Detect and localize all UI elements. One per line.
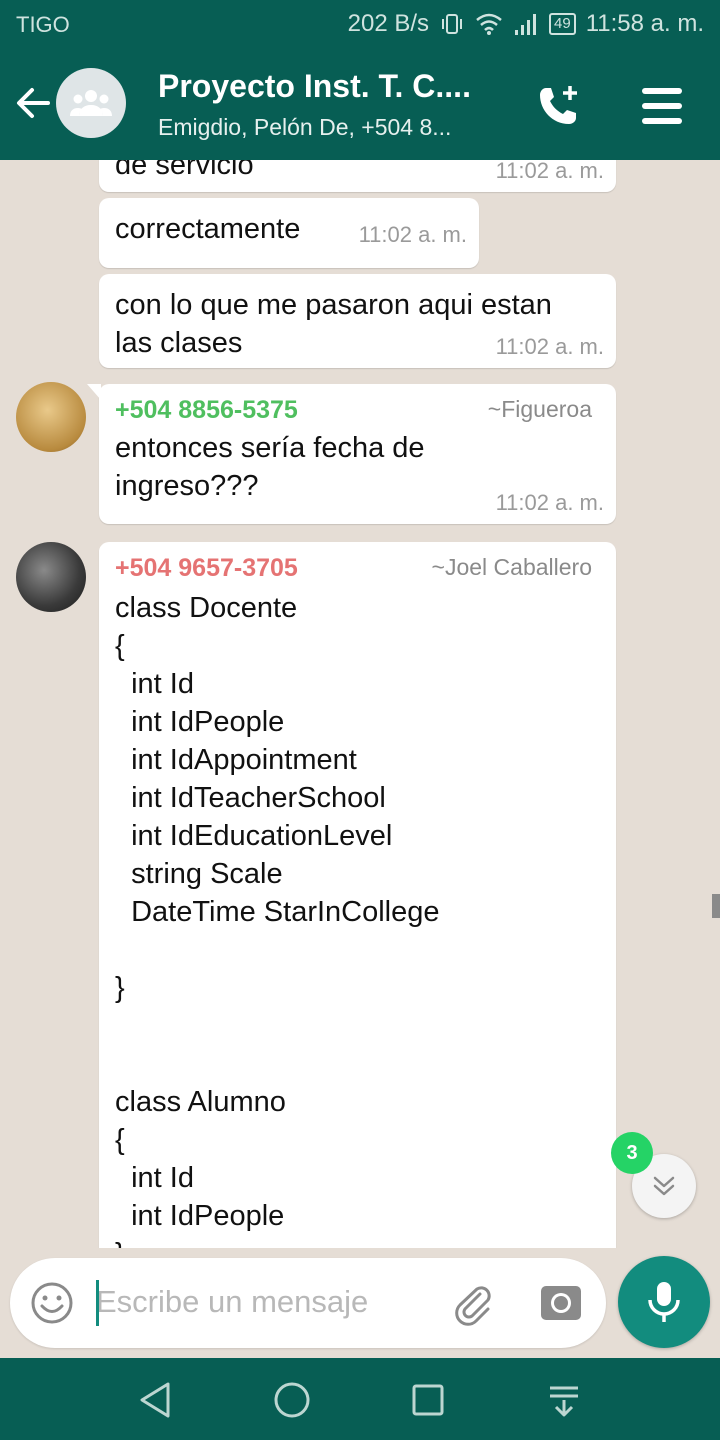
sender-avatar[interactable]	[16, 382, 86, 452]
battery-level: 49	[549, 13, 576, 35]
message-input[interactable]	[96, 1276, 426, 1328]
wifi-icon	[476, 13, 502, 35]
message-list[interactable]: de servicio 11:02 a. m. correctamente 11…	[0, 160, 720, 1248]
message-text: class Docente { int Id int IdPeople int …	[115, 592, 440, 1248]
square-recents-icon	[412, 1384, 444, 1416]
text-caret	[96, 1280, 99, 1326]
nav-notifications-button[interactable]	[542, 1378, 586, 1422]
signal-icon	[515, 14, 537, 35]
clock: 11:58 a. m.	[585, 10, 704, 37]
sender-avatar[interactable]	[16, 542, 86, 612]
sender-alias: ~Figueroa	[487, 396, 592, 422]
message-bubble[interactable]: +504 9657-3705 ~Joel Caballero class Doc…	[99, 542, 616, 1248]
menu-button[interactable]	[640, 84, 686, 128]
arrow-left-icon	[17, 88, 50, 118]
sender-alias: ~Joel Caballero	[431, 554, 592, 580]
circle-home-icon	[274, 1382, 310, 1418]
group-avatar[interactable]	[56, 68, 126, 138]
message-bubble[interactable]: de servicio 11:02 a. m.	[99, 160, 616, 192]
camera-icon	[541, 1286, 581, 1320]
nav-recents-button[interactable]	[406, 1378, 450, 1422]
scrollbar-thumb[interactable]	[712, 894, 720, 918]
vibrate-icon	[442, 14, 463, 34]
status-bar: TIGO 202 B/s 49 11:58 a. m.	[0, 0, 720, 48]
network-speed: 202 B/s	[347, 10, 430, 37]
chat-title[interactable]: Proyecto Inst. T. C....	[158, 68, 471, 105]
chevron-double-down-icon	[653, 1176, 675, 1196]
pull-down-icon	[550, 1386, 578, 1417]
microphone-icon	[648, 1282, 680, 1322]
message-time: 11:02 a. m.	[358, 222, 467, 247]
voice-message-button[interactable]	[618, 1256, 710, 1348]
message-time: 11:02 a. m.	[495, 334, 604, 359]
bubble-tail	[99, 542, 101, 558]
message-time: 11:02 a. m.	[495, 160, 604, 183]
status-icons: 202 B/s 49 11:58 a. m.	[348, 10, 704, 38]
group-avatar-icon	[70, 90, 112, 116]
attach-button[interactable]	[450, 1280, 496, 1326]
back-button[interactable]	[10, 80, 56, 126]
menu-icon	[642, 88, 682, 124]
carrier-name: TIGO	[16, 12, 70, 37]
message-time: 11:02 a. m.	[495, 490, 604, 515]
paperclip-icon	[455, 1286, 491, 1326]
emoji-icon	[31, 1282, 73, 1324]
nav-home-button[interactable]	[270, 1378, 314, 1422]
camera-button[interactable]	[538, 1280, 584, 1326]
bubble-tail	[87, 384, 101, 400]
message-bubble[interactable]: con lo que me pasaron aqui estan las cla…	[99, 274, 616, 368]
message-composer	[10, 1258, 606, 1348]
nav-back-button[interactable]	[134, 1378, 178, 1422]
triangle-back-icon	[140, 1382, 170, 1418]
unread-count-badge[interactable]: 3	[611, 1132, 653, 1174]
emoji-button[interactable]	[30, 1281, 74, 1325]
message-bubble[interactable]: +504 8856-5375 ~Figueroa entonces sería …	[87, 384, 616, 524]
message-bubble[interactable]: correctamente 11:02 a. m.	[99, 198, 479, 268]
chat-participants[interactable]: Emigdio, Pelón De, +504 8...	[158, 114, 451, 141]
add-call-button[interactable]	[536, 82, 584, 130]
chat-header: Proyecto Inst. T. C.... Emigdio, Pelón D…	[0, 48, 720, 160]
system-navigation-bar	[0, 1358, 720, 1440]
add-call-icon	[540, 86, 577, 124]
